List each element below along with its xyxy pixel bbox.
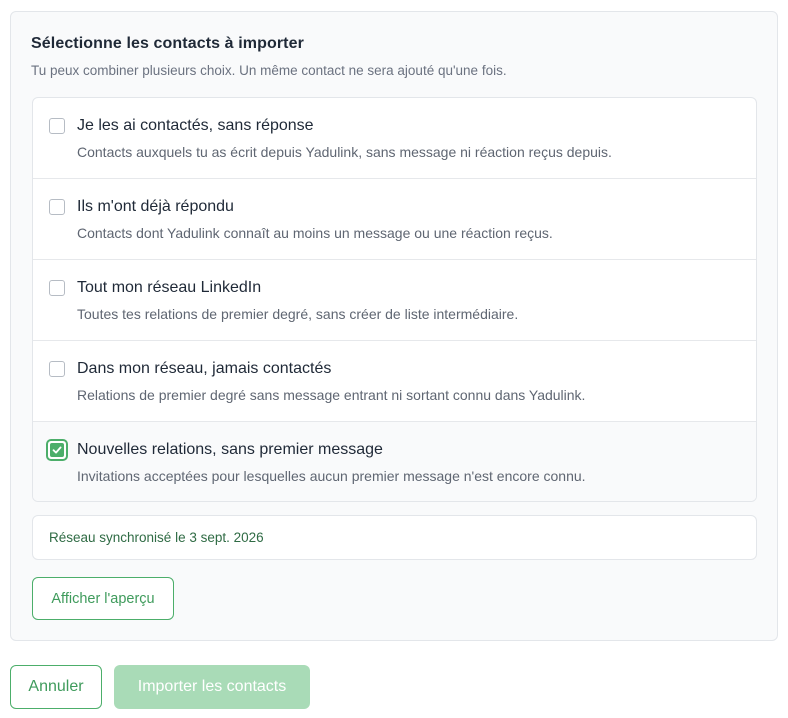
option-contacted-no-reply[interactable]: Je les ai contactés, sans réponse Contac… <box>33 98 756 179</box>
option-description: Invitations acceptées pour lesquelles au… <box>77 468 586 484</box>
panel-title: Sélectionne les contacts à importer <box>31 35 304 52</box>
option-label: Dans mon réseau, jamais contactés <box>77 360 332 377</box>
sync-status-box: Réseau synchronisé le 3 sept. 2026 <box>32 515 757 560</box>
checkbox[interactable] <box>49 118 65 134</box>
option-label: Ils m'ont déjà répondu <box>77 198 234 215</box>
options-list: Je les ai contactés, sans réponse Contac… <box>32 97 757 502</box>
import-contacts-button[interactable]: Importer les contacts <box>114 665 310 709</box>
check-icon <box>50 443 64 457</box>
option-description: Contacts dont Yadulink connaît au moins … <box>77 225 553 241</box>
cancel-button[interactable]: Annuler <box>10 665 102 709</box>
sync-status-text: Réseau synchronisé le 3 sept. 2026 <box>49 530 264 545</box>
option-label: Nouvelles relations, sans premier messag… <box>77 441 383 458</box>
option-description: Relations de premier degré sans message … <box>77 387 586 403</box>
show-preview-button[interactable]: Afficher l'aperçu <box>32 577 174 620</box>
option-label: Je les ai contactés, sans réponse <box>77 117 314 134</box>
option-label: Tout mon réseau LinkedIn <box>77 279 262 296</box>
checkbox[interactable] <box>49 361 65 377</box>
panel-subtitle: Tu peux combiner plusieurs choix. Un mêm… <box>31 63 507 78</box>
option-description: Toutes tes relations de premier degré, s… <box>77 306 519 322</box>
option-whole-network[interactable]: Tout mon réseau LinkedIn Toutes tes rela… <box>33 260 756 341</box>
checkbox-checked[interactable] <box>46 439 68 461</box>
checkbox[interactable] <box>49 199 65 215</box>
checkbox[interactable] <box>49 280 65 296</box>
option-never-contacted[interactable]: Dans mon réseau, jamais contactés Relati… <box>33 341 756 422</box>
option-already-replied[interactable]: Ils m'ont déjà répondu Contacts dont Yad… <box>33 179 756 260</box>
option-description: Contacts auxquels tu as écrit depuis Yad… <box>77 144 612 160</box>
import-panel: Sélectionne les contacts à importer Tu p… <box>10 11 778 641</box>
option-new-connections[interactable]: Nouvelles relations, sans premier messag… <box>33 422 756 501</box>
